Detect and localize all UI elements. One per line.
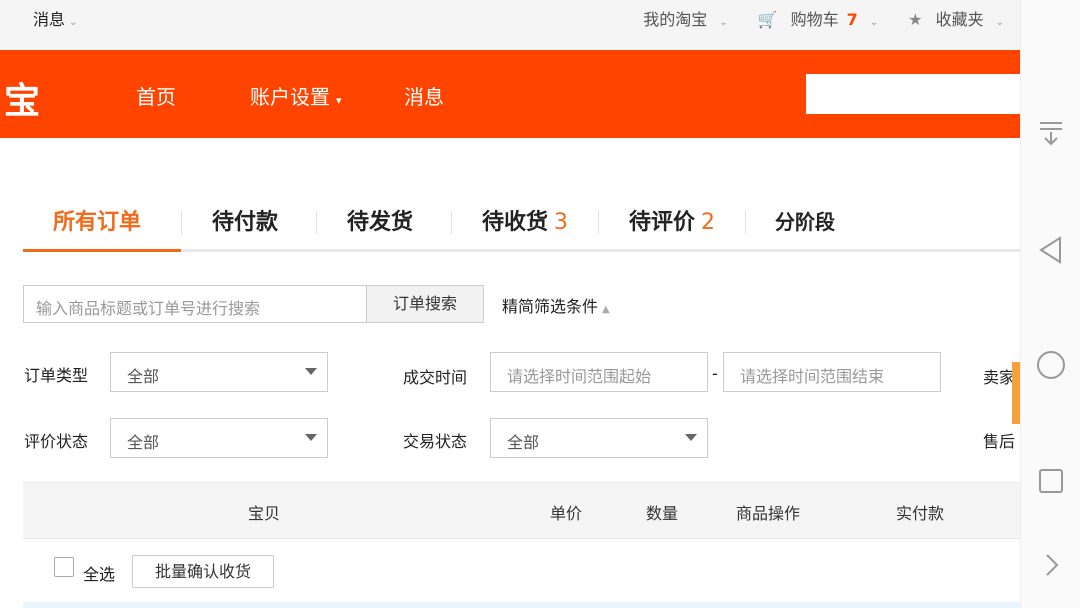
active-tab-indicator	[23, 249, 181, 252]
nav-home[interactable]: 首页	[136, 81, 176, 110]
trade-status-value: 全部	[507, 433, 540, 452]
chevron-up-icon: ▲	[602, 304, 610, 315]
tab-pending-shipment[interactable]: 待发货	[347, 204, 413, 236]
col-quantity: 数量	[646, 504, 679, 523]
cart-count: 7	[846, 10, 858, 29]
orders-table-header: 宝贝 单价 数量 商品操作 实付款	[23, 482, 1020, 539]
order-type-select[interactable]: 全部	[110, 352, 328, 392]
taobao-logo[interactable]: 宝	[4, 72, 40, 124]
order-search-input[interactable]: 输入商品标题或订单号进行搜索	[23, 285, 367, 323]
site-search-input[interactable]	[806, 74, 1020, 114]
trade-status-label: 交易状态	[403, 432, 468, 451]
tab-pending-payment[interactable]: 待付款	[212, 204, 278, 236]
select-all-checkbox[interactable]	[54, 557, 74, 577]
order-type-value: 全部	[127, 367, 160, 386]
tab-count: 3	[554, 210, 569, 235]
date-range-dash: -	[712, 364, 718, 383]
review-status-label: 评价状态	[24, 432, 89, 451]
seller-label: 卖家	[983, 368, 1016, 387]
tab-divider	[598, 210, 599, 234]
chevron-down-icon: ▾	[336, 94, 342, 107]
order-search-button[interactable]: 订单搜索	[366, 285, 484, 323]
tab-label: 待收货	[482, 210, 549, 235]
col-unit-price: 单价	[550, 504, 583, 523]
after-sale-label: 售后	[983, 432, 1016, 451]
nav-account-settings[interactable]: 账户设置 ▾	[250, 81, 342, 110]
recent-apps-icon[interactable]	[1036, 466, 1066, 496]
col-item-actions: 商品操作	[736, 504, 801, 523]
tab-pending-review[interactable]: 待评价 2	[629, 204, 715, 236]
main-nav: 宝 首页 账户设置 ▾ 消息	[0, 50, 1020, 138]
chevron-down-icon: ⌄	[69, 17, 78, 28]
chevron-down-icon: ⌄	[869, 17, 879, 28]
tab-all-orders[interactable]: 所有订单	[53, 204, 141, 236]
order-row-strip	[23, 602, 1020, 608]
android-nav-bar	[1020, 0, 1080, 608]
dropdown-arrow-icon	[305, 368, 317, 375]
cart-label: 购物车	[790, 10, 839, 29]
scrollbar-thumb[interactable]	[1012, 362, 1020, 424]
star-icon: ★	[908, 10, 923, 29]
messages-label: 消息	[33, 10, 66, 29]
nav-messages[interactable]: 消息	[404, 81, 444, 110]
my-taobao-label: 我的淘宝	[643, 10, 708, 29]
favorites-menu[interactable]: ★ 收藏夹 ⌄	[908, 6, 1012, 30]
bulk-confirm-receipt-button[interactable]: 批量确认收货	[132, 555, 274, 588]
orders-page: 消息 ⌄ 我的淘宝 ⌄ 🛒 购物车 7 ⌄ ★ 收藏夹 ⌄ 宝 首页 账户设置 ▾ 消息 所…	[0, 0, 1020, 608]
deal-time-label: 成交时间	[403, 368, 468, 387]
col-item: 宝贝	[248, 504, 281, 523]
review-status-value: 全部	[127, 433, 160, 452]
select-all-label: 全选	[83, 565, 116, 584]
home-circle-icon[interactable]	[1036, 350, 1066, 380]
tab-divider	[181, 210, 182, 234]
order-tabs: 所有订单 待付款 待发货 待收货 3 待评价 2 分阶段	[23, 190, 1020, 252]
top-bar: 消息 ⌄ 我的淘宝 ⌄ 🛒 购物车 7 ⌄ ★ 收藏夹 ⌄	[0, 0, 1020, 50]
deal-time-end-input[interactable]: 请选择时间范围结束	[723, 352, 941, 392]
tab-divider	[316, 210, 317, 234]
favorites-label: 收藏夹	[935, 10, 984, 29]
chevron-right-icon[interactable]	[1036, 550, 1066, 580]
tab-divider	[745, 210, 746, 234]
pull-down-icon[interactable]	[1036, 118, 1066, 148]
chevron-down-icon: ⌄	[719, 17, 728, 28]
account-settings-label: 账户设置	[250, 85, 330, 109]
dropdown-arrow-icon	[685, 434, 697, 441]
chevron-down-icon: ⌄	[995, 17, 1004, 28]
cart-menu[interactable]: 🛒 购物车 7 ⌄	[758, 6, 887, 30]
dropdown-arrow-icon	[305, 434, 317, 441]
cart-icon: 🛒	[757, 10, 778, 29]
my-taobao-menu[interactable]: 我的淘宝 ⌄	[643, 6, 735, 30]
col-amount-paid: 实付款	[896, 504, 945, 523]
review-status-select[interactable]: 全部	[110, 418, 328, 458]
order-type-label: 订单类型	[24, 366, 89, 385]
tab-divider	[451, 210, 452, 234]
tab-installments[interactable]: 分阶段	[775, 206, 835, 235]
tab-label: 待评价	[629, 210, 696, 235]
simplify-filters-label: 精简筛选条件	[502, 297, 599, 316]
back-icon[interactable]	[1036, 234, 1066, 266]
trade-status-select[interactable]: 全部	[490, 418, 708, 458]
tab-count: 2	[701, 210, 716, 235]
simplify-filters-toggle[interactable]: 精简筛选条件 ▲	[502, 293, 610, 317]
tab-pending-receipt[interactable]: 待收货 3	[482, 204, 568, 236]
deal-time-start-input[interactable]: 请选择时间范围起始	[490, 352, 708, 392]
messages-menu[interactable]: 消息 ⌄	[33, 6, 77, 30]
